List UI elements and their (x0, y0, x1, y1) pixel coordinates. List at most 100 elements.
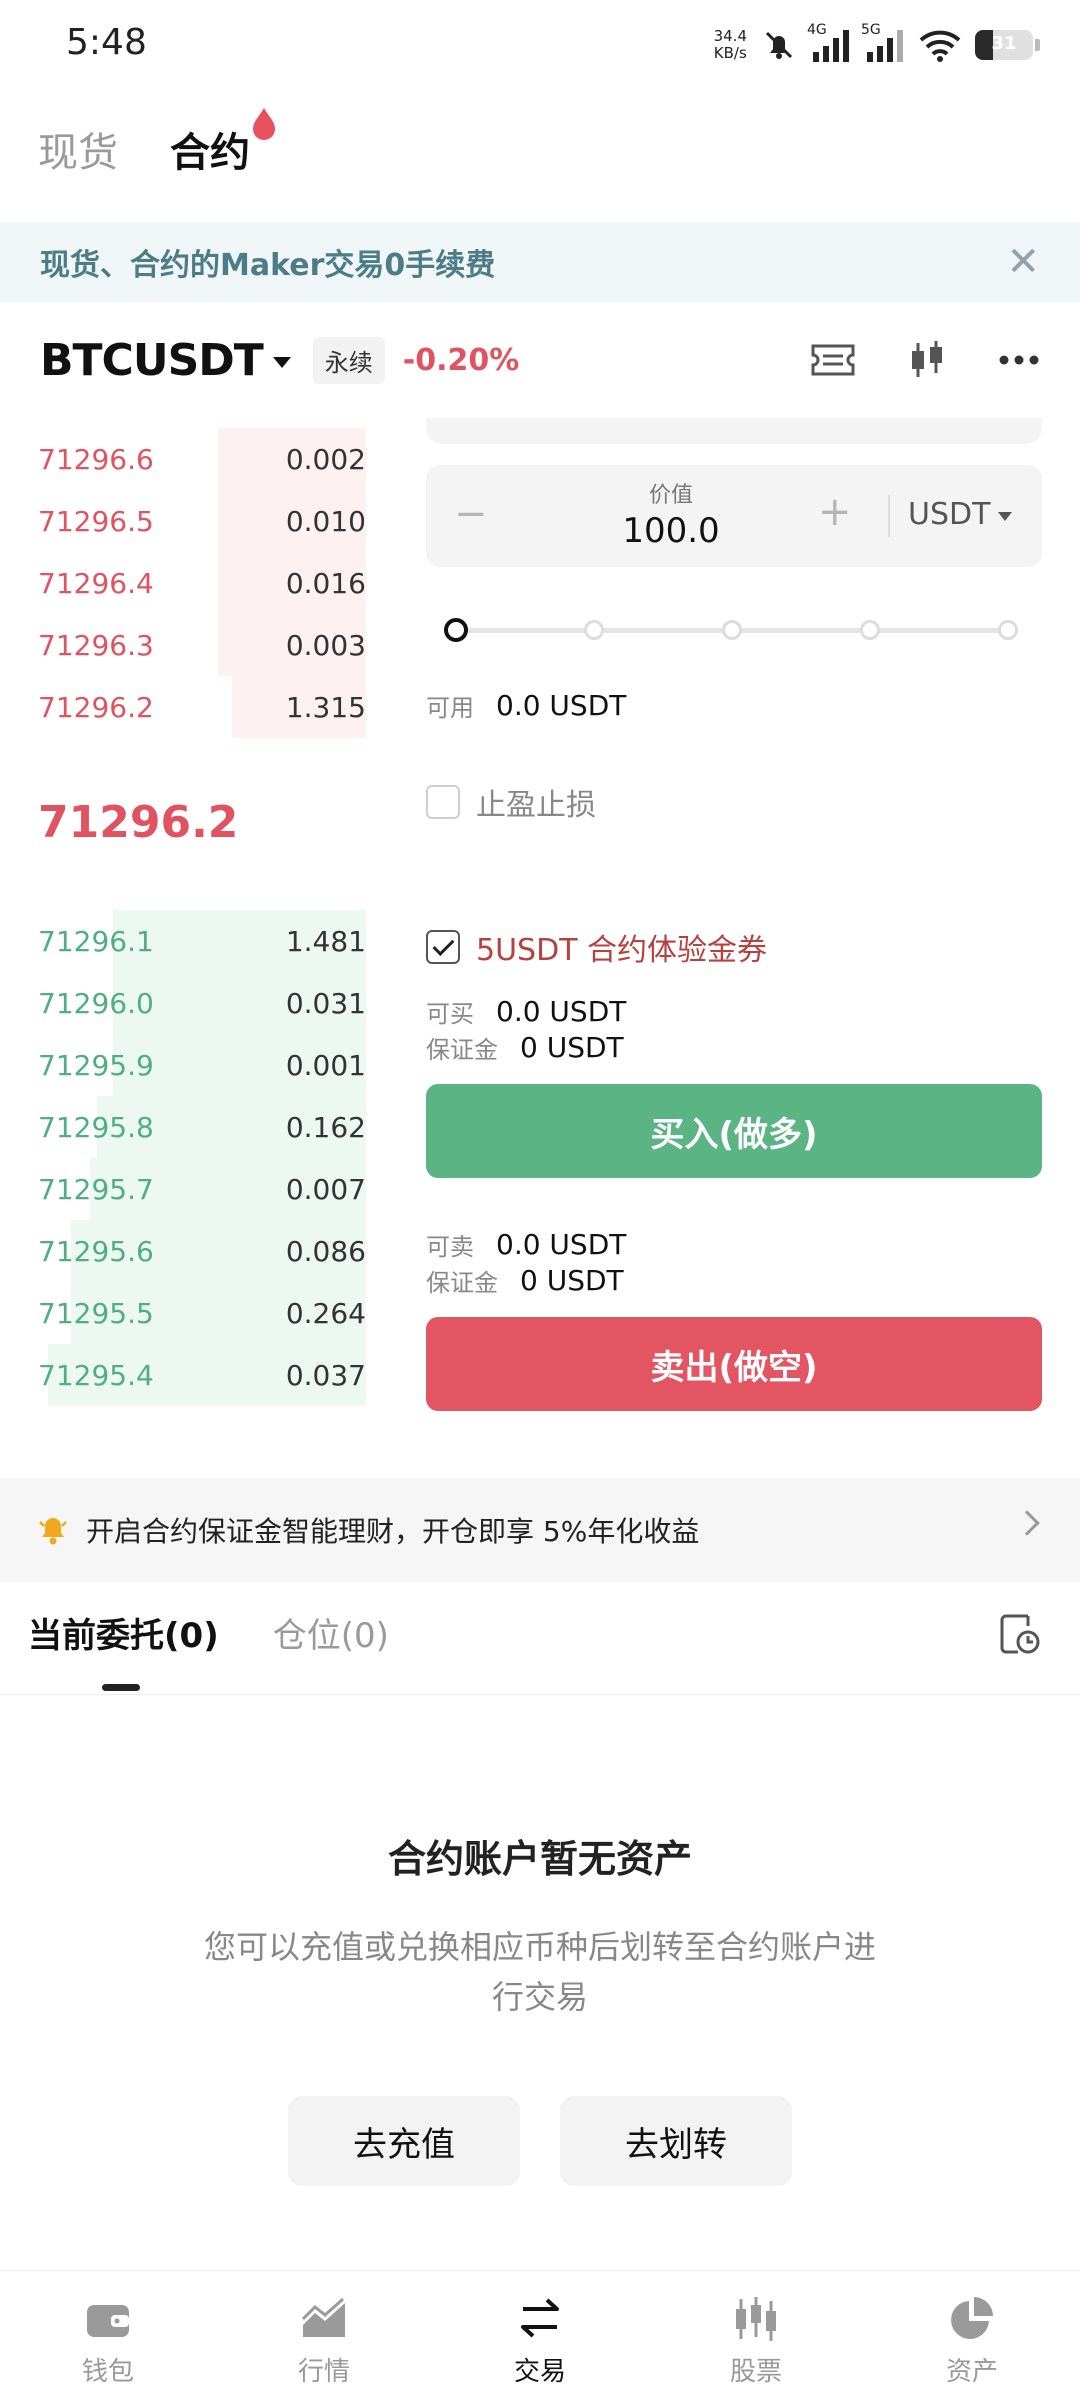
tab-indicator (102, 1684, 140, 1691)
nav-trade[interactable]: 交易 (432, 2271, 648, 2400)
bid-quantity: 0.037 (285, 1358, 366, 1392)
market-type-tabs: 现货 合约 (38, 108, 275, 178)
buy-available: 可买 0.0 USDT (426, 995, 627, 1028)
orders-tabs: 当前委托(0) 仓位(0) (28, 1608, 389, 1657)
bid-price: 71295.9 (38, 1048, 154, 1082)
slider-stop-50[interactable] (722, 620, 742, 640)
battery-icon: 31 (975, 30, 1040, 60)
ask-price: 71296.4 (38, 566, 154, 600)
banner-text: 现货、合约的Maker交易0手续费 (40, 248, 496, 283)
bid-price: 71295.6 (38, 1234, 154, 1268)
ask-quantity: 0.002 (285, 442, 366, 476)
ask-price: 71296.3 (38, 628, 154, 662)
checkbox-icon[interactable] (426, 785, 460, 819)
ask-row[interactable]: 71296.3 0.003 (38, 614, 366, 676)
increase-button[interactable]: + (818, 489, 852, 535)
market-chart-icon (301, 2297, 345, 2337)
ask-row[interactable]: 71296.2 1.315 (38, 676, 366, 738)
sell-available: 可卖 0.0 USDT (426, 1228, 627, 1261)
bid-row[interactable]: 71295.7 0.007 (38, 1158, 366, 1220)
slider-stop-75[interactable] (860, 620, 880, 640)
sell-short-button[interactable]: 卖出(做空) (426, 1317, 1042, 1411)
sell-margin: 保证金 0 USDT (426, 1264, 624, 1297)
ask-price: 71296.6 (38, 442, 154, 476)
value-input[interactable]: 100.0 (546, 511, 796, 551)
value-label: 价值 (648, 483, 693, 508)
chevron-right-icon (1014, 1510, 1040, 1536)
bid-price: 71296.1 (38, 924, 154, 958)
bid-quantity: 1.481 (285, 924, 366, 958)
unit-selector[interactable]: USDT (908, 497, 1013, 532)
bid-price: 71295.7 (38, 1172, 154, 1206)
ask-row[interactable]: 71296.6 0.002 (38, 428, 366, 490)
ask-quantity: 0.003 (285, 628, 366, 662)
ask-quantity: 0.016 (285, 566, 366, 600)
amount-slider[interactable] (444, 618, 1020, 642)
close-icon[interactable]: ✕ (1006, 242, 1040, 282)
bid-row[interactable]: 71295.4 0.037 (38, 1344, 366, 1406)
nav-assets[interactable]: 资产 (864, 2271, 1080, 2400)
bid-row[interactable]: 71295.9 0.001 (38, 1034, 366, 1096)
trade-arrows-icon (521, 2298, 559, 2338)
bid-quantity: 0.086 (285, 1234, 366, 1268)
empty-state-title: 合约账户暂无资产 (387, 1837, 692, 1881)
bid-quantity: 0.162 (285, 1110, 366, 1144)
order-book-bids: 71296.1 1.481 71296.0 0.031 71295.9 0.001 7129… (38, 910, 366, 1406)
mute-bell-icon (765, 31, 793, 59)
ask-row[interactable]: 71296.5 0.010 (38, 490, 366, 552)
nav-market[interactable]: 行情 (216, 2271, 432, 2400)
bid-row[interactable]: 71295.6 0.086 (38, 1220, 366, 1282)
checkbox-checked-icon[interactable] (426, 930, 460, 964)
ask-price: 71296.2 (38, 690, 154, 724)
hot-flame-icon (253, 108, 275, 140)
bell-icon (39, 1518, 67, 1545)
nav-stocks[interactable]: 股票 (648, 2271, 864, 2400)
signal-4g-icon: 4G (807, 22, 851, 62)
tab-open-orders[interactable]: 当前委托(0) (28, 1608, 219, 1657)
wallet-icon (87, 2305, 129, 2337)
available-balance: 可用 0.0 USDT (426, 689, 627, 722)
order-type-field[interactable] (426, 418, 1042, 444)
tab-spot[interactable]: 现货 (38, 120, 118, 178)
transfer-button[interactable]: 去划转 (560, 2096, 792, 2186)
decrease-button[interactable]: − (454, 491, 488, 537)
status-bar: 5:48 34.4 KB/s 4G 5G 31 (0, 0, 1080, 90)
bid-price: 71296.0 (38, 986, 154, 1020)
slider-stop-100[interactable] (998, 620, 1018, 640)
buy-long-button[interactable]: 买入(做多) (426, 1084, 1042, 1178)
bid-row[interactable]: 71296.0 0.031 (38, 972, 366, 1034)
bid-price: 71295.5 (38, 1296, 154, 1330)
price-change: -0.20% (402, 342, 520, 378)
promo-text: 开启合约保证金智能理财，开仓即享 5%年化收益 (86, 1515, 700, 1548)
symbol-header: BTCUSDT 永续 -0.20% (40, 330, 1040, 390)
bid-quantity: 0.001 (285, 1048, 366, 1082)
network-speed: 34.4 KB/s (713, 27, 747, 62)
coupon-checkbox[interactable]: 5USDT 合约体验金券 (426, 925, 767, 969)
chevron-down-icon[interactable] (272, 356, 291, 368)
bid-row[interactable]: 71296.1 1.481 (38, 910, 366, 972)
last-price: 71296.2 (38, 797, 239, 848)
ticket-icon[interactable] (810, 341, 856, 379)
margin-promo-bar[interactable]: 开启合约保证金智能理财，开仓即享 5%年化收益 (0, 1478, 1080, 1582)
status-icons: 34.4 KB/s 4G 5G 31 (714, 20, 1040, 70)
tab-positions[interactable]: 仓位(0) (273, 1608, 389, 1657)
tab-futures[interactable]: 合约 (170, 108, 275, 178)
bid-price: 71295.4 (38, 1358, 154, 1392)
empty-state-description: 您可以充值或兑换相应币种后划转至合约账户进行交易 (203, 1928, 876, 2016)
slider-handle[interactable] (444, 618, 468, 642)
value-input-box: − 价值 100.0 + USDT (426, 465, 1042, 567)
order-history-icon[interactable] (998, 1612, 1042, 1656)
tp-sl-checkbox[interactable]: 止盈止损 (426, 780, 596, 824)
symbol-selector[interactable]: BTCUSDT (40, 335, 264, 386)
deposit-button[interactable]: 去充值 (288, 2096, 520, 2186)
slider-stop-25[interactable] (584, 620, 604, 640)
bid-row[interactable]: 71295.5 0.264 (38, 1282, 366, 1344)
bid-row[interactable]: 71295.8 0.162 (38, 1096, 366, 1158)
ask-row[interactable]: 71296.4 0.016 (38, 552, 366, 614)
candlestick-icon[interactable] (906, 339, 948, 381)
nav-wallet[interactable]: 钱包 (0, 2271, 216, 2400)
signal-5g-icon: 5G (861, 22, 905, 62)
bid-quantity: 0.264 (285, 1296, 366, 1330)
more-icon[interactable] (998, 354, 1040, 366)
ask-quantity: 1.315 (285, 690, 366, 724)
